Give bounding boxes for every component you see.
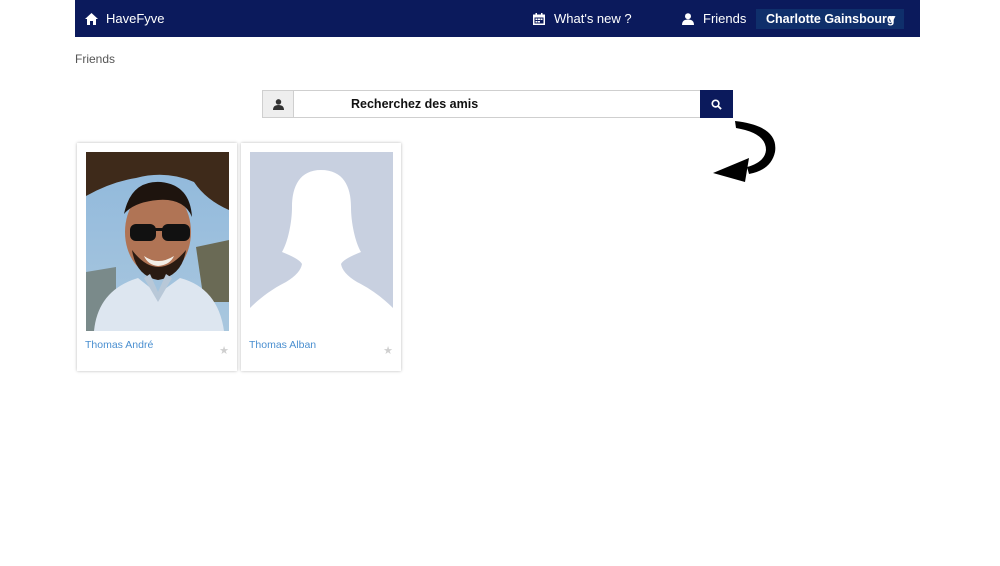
friend-card[interactable]: Thomas André ★ (77, 143, 237, 371)
friend-card[interactable]: Thomas Alban ★ (241, 143, 401, 371)
brand-name: HaveFyve (106, 11, 165, 26)
default-avatar[interactable] (250, 152, 393, 331)
chevron-down-icon[interactable]: ▼ (886, 0, 898, 37)
home-icon (85, 12, 98, 25)
calendar-icon (533, 12, 545, 25)
profile-photo[interactable] (86, 152, 229, 331)
default-avatar-icon (250, 152, 393, 331)
user-icon (272, 98, 284, 110)
user-icon (682, 12, 694, 25)
search-addon (262, 90, 294, 118)
friends-label: Friends (703, 11, 747, 26)
breadcrumb: Friends (75, 52, 116, 66)
whats-new-link[interactable]: What's new ? (533, 0, 632, 37)
home-link[interactable]: HaveFyve (85, 0, 165, 37)
whats-new-label: What's new ? (554, 11, 632, 26)
curved-arrow-annotation (713, 121, 776, 182)
favorite-star-icon[interactable]: ★ (383, 344, 393, 357)
search-input[interactable] (293, 90, 701, 118)
search-icon (711, 98, 722, 110)
friends-link[interactable]: Friends (682, 0, 746, 37)
friend-search (262, 90, 733, 118)
top-navbar: HaveFyve What's new ? Friends Charlotte … (75, 0, 920, 37)
search-button[interactable] (700, 90, 733, 118)
user-menu[interactable]: Charlotte Gainsbourg (756, 9, 905, 29)
favorite-star-icon[interactable]: ★ (219, 344, 229, 357)
friend-name[interactable]: Thomas André (85, 339, 153, 351)
friend-name[interactable]: Thomas Alban (249, 339, 316, 351)
